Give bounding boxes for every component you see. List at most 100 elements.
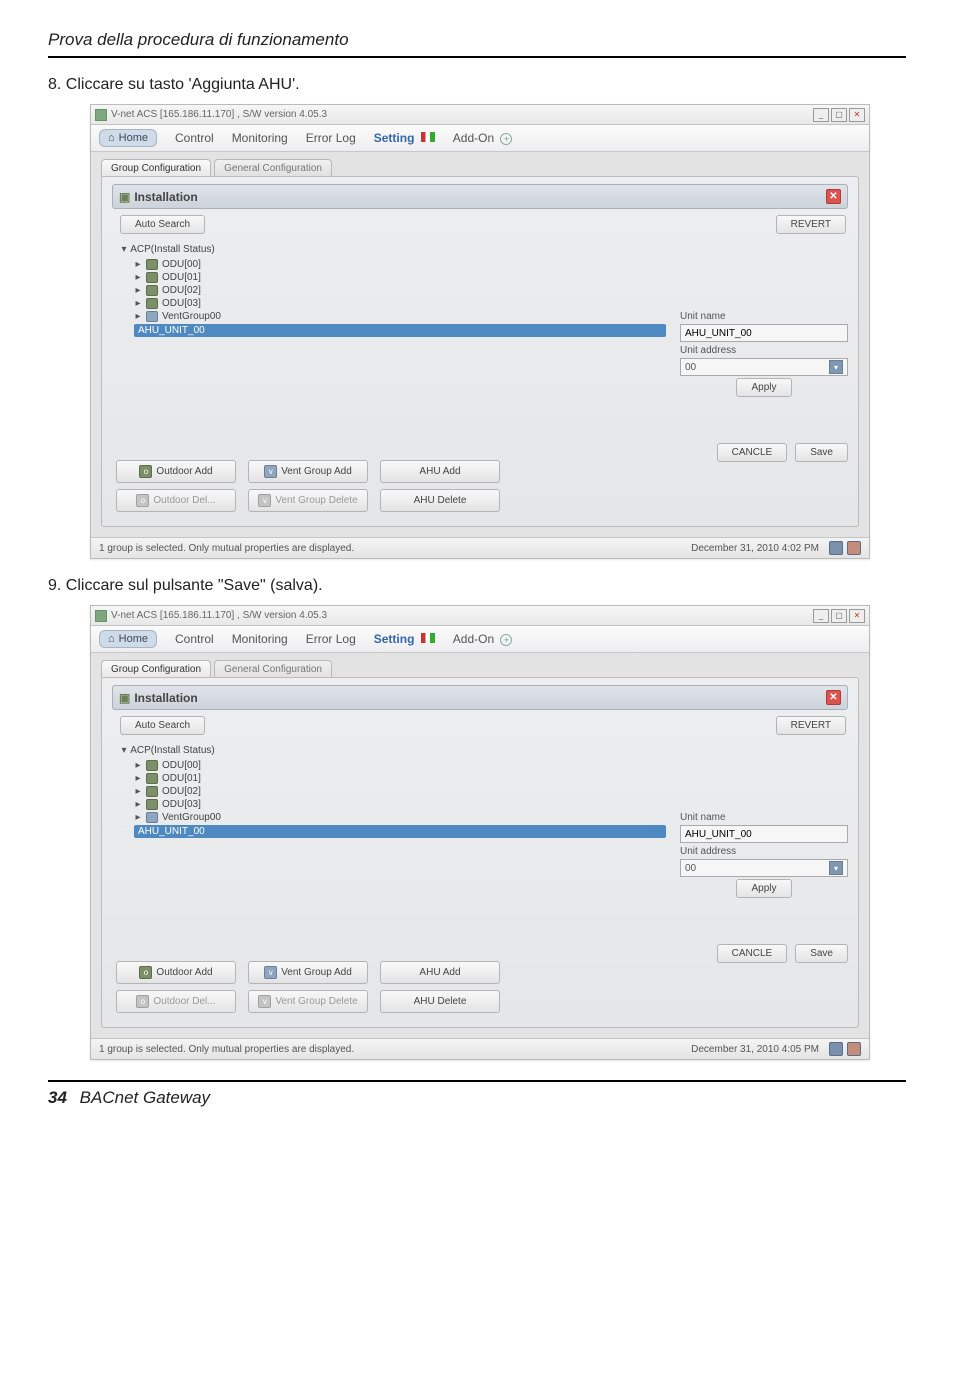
odu-icon — [146, 799, 158, 810]
plus-icon: + — [500, 634, 512, 646]
minimize-icon[interactable]: _ — [813, 609, 829, 623]
maximize-icon[interactable]: ▢ — [831, 108, 847, 122]
vent-group-add-button[interactable]: vVent Group Add — [248, 460, 368, 483]
outdoor-del-button[interactable]: oOutdoor Del... — [116, 990, 236, 1013]
menu-errorlog[interactable]: Error Log — [306, 131, 356, 145]
menu-monitoring[interactable]: Monitoring — [232, 632, 288, 646]
step-8-text: 8. Cliccare su tasto 'Aggiunta AHU'. — [48, 76, 906, 94]
tab-group-config[interactable]: Group Configuration — [101, 660, 211, 678]
tree-node-ahu-selected[interactable]: AHU_UNIT_00 — [134, 825, 666, 838]
step-9-text: 9. Cliccare sul pulsante "Save" (salva). — [48, 577, 906, 595]
page-footer: 34 BACnet Gateway — [48, 1080, 906, 1108]
tree-node-label: VentGroup00 — [162, 311, 221, 322]
status-time: December 31, 2010 4:05 PM — [691, 1044, 819, 1055]
unit-address-select[interactable]: 00 ▾ — [680, 358, 848, 376]
tree-icon: ▣ — [119, 691, 130, 705]
unit-address-select[interactable]: 00 ▾ — [680, 859, 848, 877]
apply-button[interactable]: Apply — [736, 879, 791, 898]
menu-setting[interactable]: Setting — [374, 632, 435, 646]
auto-search-button[interactable]: Auto Search — [120, 215, 205, 234]
menu-setting[interactable]: Setting — [374, 131, 435, 145]
window-title: V-net ACS [165.186.11.170] , S/W version… — [111, 109, 327, 120]
tree-node-odu2[interactable]: ▸ODU[02] — [134, 786, 666, 797]
button-label: Outdoor Add — [156, 466, 212, 477]
button-label: Outdoor Del... — [153, 495, 215, 506]
menu-setting-label: Setting — [374, 131, 415, 145]
outdoor-del-button[interactable]: oOutdoor Del... — [116, 489, 236, 512]
vent-group-del-button[interactable]: vVent Group Delete — [248, 489, 368, 512]
menu-addon[interactable]: Add-On + — [453, 632, 513, 646]
unit-name-field[interactable] — [680, 324, 848, 342]
menu-control[interactable]: Control — [175, 632, 214, 646]
tray-icon — [829, 1042, 843, 1056]
tree-node-ventgroup[interactable]: ▸VentGroup00 — [134, 812, 666, 823]
odu-icon — [146, 773, 158, 784]
menu-control[interactable]: Control — [175, 131, 214, 145]
outdoor-add-button[interactable]: oOutdoor Add — [116, 961, 236, 984]
ahu-add-button[interactable]: AHU Add — [380, 961, 500, 984]
cancle-button[interactable]: CANCLE — [717, 944, 788, 963]
apply-button[interactable]: Apply — [736, 378, 791, 397]
tree-node-odu1[interactable]: ▸ODU[01] — [134, 773, 666, 784]
tree-node-ventgroup[interactable]: ▸VentGroup00 — [134, 311, 666, 322]
menu-errorlog[interactable]: Error Log — [306, 632, 356, 646]
save-button[interactable]: Save — [795, 443, 848, 462]
tab-group-config[interactable]: Group Configuration — [101, 159, 211, 177]
button-label: Outdoor Del... — [153, 996, 215, 1007]
tree-node-odu0[interactable]: ▸ODU[00] — [134, 760, 666, 771]
home-button[interactable]: ⌂ Home — [99, 129, 157, 147]
auto-search-button[interactable]: Auto Search — [120, 716, 205, 735]
unit-name-label: Unit name — [680, 812, 848, 823]
tree-node-odu3[interactable]: ▸ODU[03] — [134, 799, 666, 810]
ahu-add-button[interactable]: AHU Add — [380, 460, 500, 483]
vent-group-add-button[interactable]: vVent Group Add — [248, 961, 368, 984]
odu-icon — [146, 786, 158, 797]
button-label: Outdoor Add — [156, 967, 212, 978]
revert-button[interactable]: REVERT — [776, 215, 846, 234]
flags-icon — [421, 132, 435, 142]
tree-node-label: ODU[00] — [162, 259, 201, 270]
ahu-del-button[interactable]: AHU Delete — [380, 990, 500, 1013]
tree-node-odu3[interactable]: ▸ODU[03] — [134, 298, 666, 309]
unit-name-label: Unit name — [680, 311, 848, 322]
panel-title: Installation — [134, 691, 197, 705]
minimize-icon[interactable]: _ — [813, 108, 829, 122]
device-tree: ▾ ACP(Install Status) ▸ODU[00] ▸ODU[01] … — [112, 240, 666, 446]
cancle-button[interactable]: CANCLE — [717, 443, 788, 462]
save-button[interactable]: Save — [795, 944, 848, 963]
panel-close-icon[interactable]: ✕ — [826, 690, 841, 705]
menu-monitoring[interactable]: Monitoring — [232, 131, 288, 145]
tree-node-odu2[interactable]: ▸ODU[02] — [134, 285, 666, 296]
home-label: Home — [119, 633, 148, 645]
menu-addon[interactable]: Add-On + — [453, 131, 513, 145]
menu-setting-label: Setting — [374, 632, 415, 646]
vent-group-del-button[interactable]: vVent Group Delete — [248, 990, 368, 1013]
tab-general-config[interactable]: General Configuration — [214, 660, 332, 678]
tree-root-label: ACP(Install Status) — [130, 745, 214, 756]
unit-name-field[interactable] — [680, 825, 848, 843]
page-number: 34 — [48, 1088, 67, 1107]
close-icon[interactable]: ✕ — [849, 108, 865, 122]
odu-icon — [146, 272, 158, 283]
maximize-icon[interactable]: ▢ — [831, 609, 847, 623]
tree-node-label: AHU_UNIT_00 — [138, 826, 205, 837]
tree-node-odu0[interactable]: ▸ODU[00] — [134, 259, 666, 270]
doc-name: BACnet Gateway — [80, 1088, 210, 1107]
ahu-del-button[interactable]: AHU Delete — [380, 489, 500, 512]
vent-icon: v — [264, 465, 277, 478]
close-icon[interactable]: ✕ — [849, 609, 865, 623]
home-button[interactable]: ⌂ Home — [99, 630, 157, 648]
outdoor-add-button[interactable]: oOutdoor Add — [116, 460, 236, 483]
tab-general-config[interactable]: General Configuration — [214, 159, 332, 177]
window-title: V-net ACS [165.186.11.170] , S/W version… — [111, 610, 327, 621]
button-label: AHU Add — [419, 967, 460, 978]
tree-node-odu1[interactable]: ▸ODU[01] — [134, 272, 666, 283]
collapse-icon[interactable]: ▾ — [120, 244, 128, 255]
collapse-icon[interactable]: ▾ — [120, 745, 128, 756]
tree-node-ahu-selected[interactable]: AHU_UNIT_00 — [134, 324, 666, 337]
panel-close-icon[interactable]: ✕ — [826, 189, 841, 204]
button-label: AHU Delete — [414, 495, 467, 506]
home-label: Home — [119, 132, 148, 144]
screenshot-2: V-net ACS [165.186.11.170] , S/W version… — [90, 605, 870, 1060]
revert-button[interactable]: REVERT — [776, 716, 846, 735]
